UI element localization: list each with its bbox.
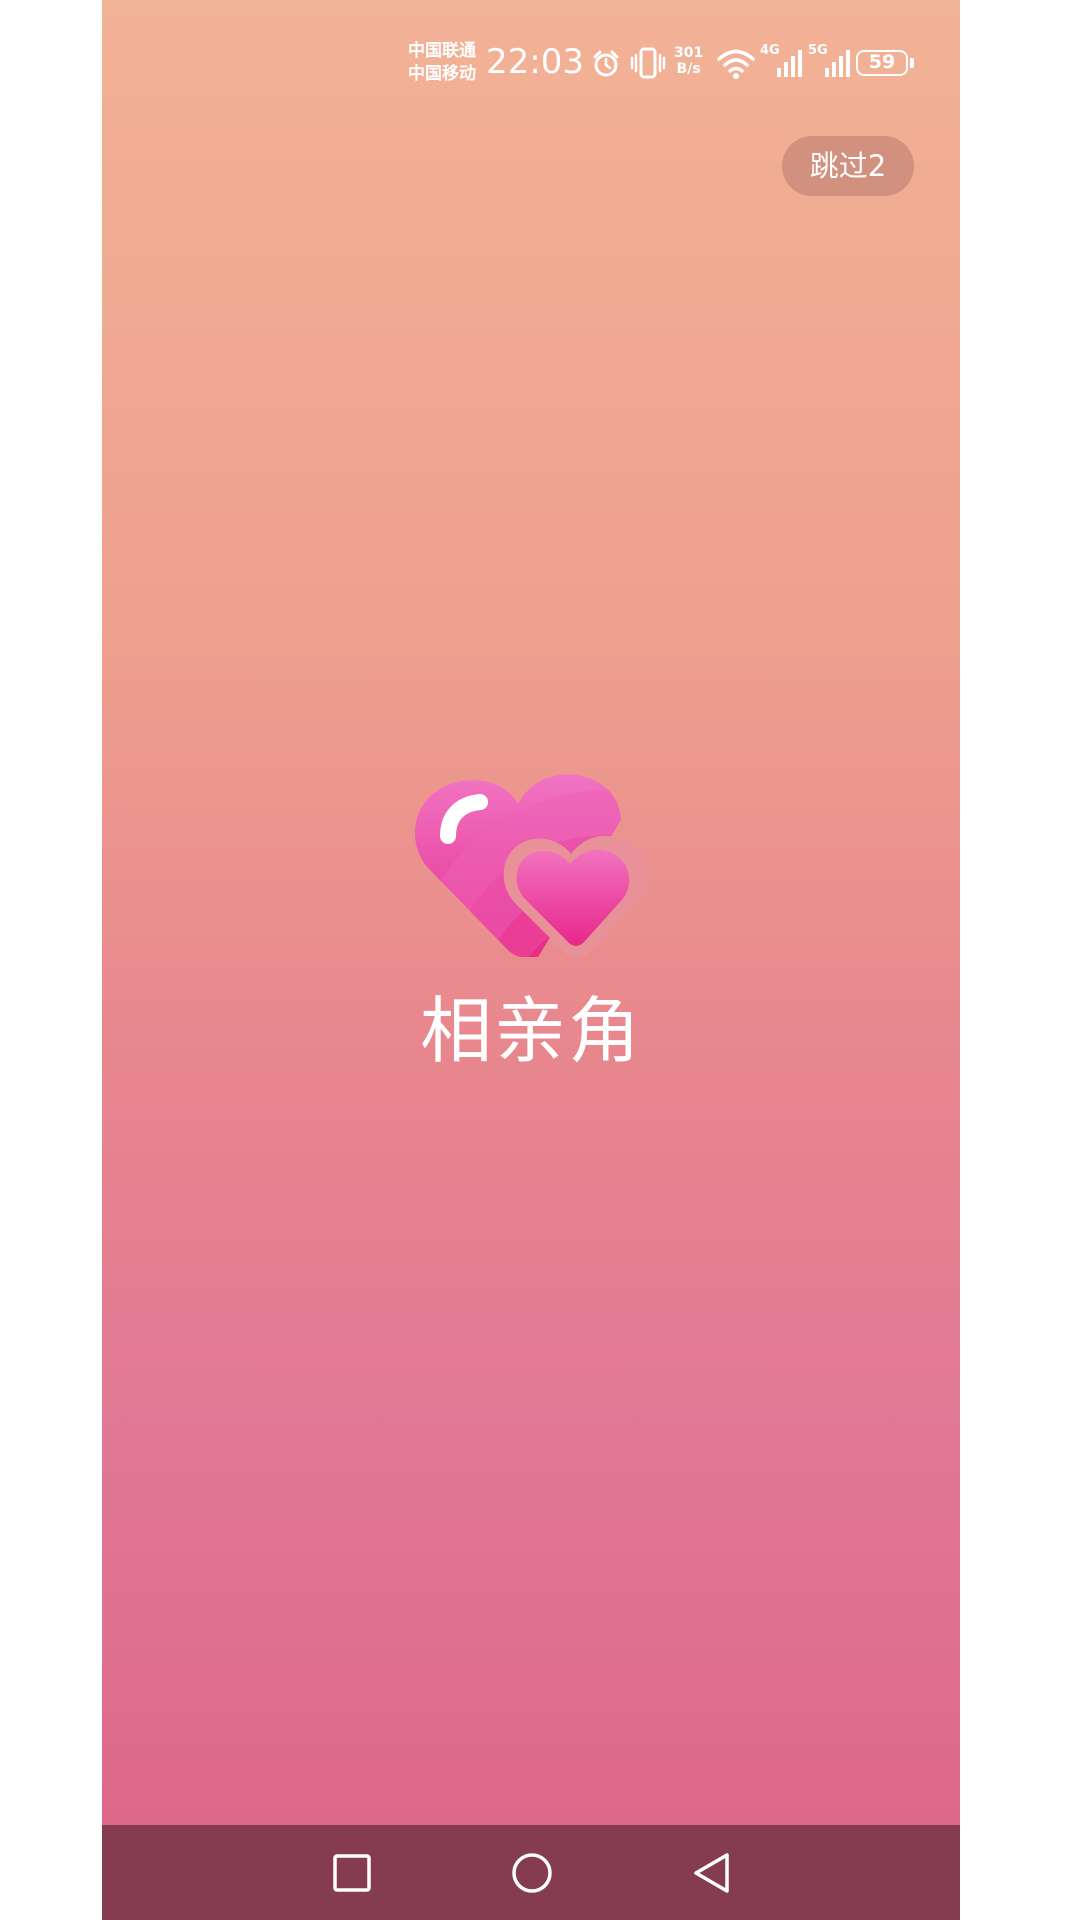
carrier-1: 中国联通 — [408, 41, 476, 61]
battery-tip — [910, 58, 914, 68]
battery-icon: 59 — [856, 50, 908, 76]
skip-button[interactable]: 跳过2 — [782, 136, 914, 196]
signal-4g-icon: 4G — [760, 44, 806, 80]
speed-unit: B/s — [676, 61, 701, 77]
status-time: 22:03 — [486, 42, 584, 82]
speed-value: 301 — [674, 45, 704, 61]
page: 中国联通 中国移动 22:03 301 B/s 4G 5G 59 跳过2 相亲角 — [0, 0, 1080, 1920]
system-nav-bar — [102, 1825, 960, 1920]
signal-5g-icon: 5G — [808, 44, 854, 80]
battery-level: 59 — [868, 51, 896, 73]
splash-screen: 中国联通 中国移动 22:03 301 B/s 4G 5G 59 跳过2 相亲角 — [102, 0, 960, 1920]
vibrate-icon — [630, 47, 666, 79]
alarm-icon — [593, 50, 619, 77]
back-triangle-icon[interactable] — [686, 1847, 738, 1899]
carrier-info: 中国联通 中国移动 — [408, 40, 476, 86]
carrier-2: 中国移动 — [408, 64, 476, 84]
network-speed: 301 B/s — [674, 45, 703, 77]
recent-apps-square-icon[interactable] — [326, 1847, 378, 1899]
home-circle-icon[interactable] — [506, 1847, 558, 1899]
app-title: 相亲角 — [419, 989, 642, 1073]
status-bar: 中国联通 中国移动 22:03 301 B/s 4G 5G 59 — [102, 0, 960, 120]
double-heart-logo-icon — [415, 774, 648, 958]
wifi-icon — [717, 49, 755, 79]
